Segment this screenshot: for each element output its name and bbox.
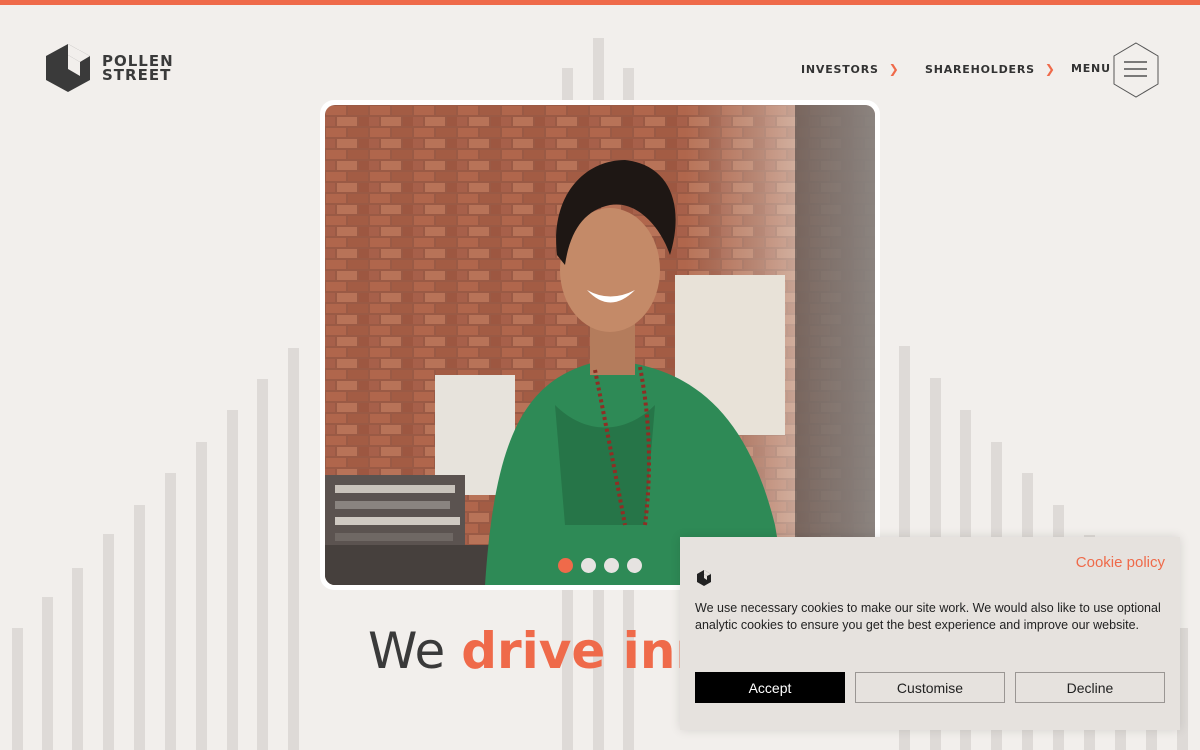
hero-photo bbox=[325, 105, 875, 585]
nav-investors-label: INVESTORS bbox=[801, 62, 879, 76]
logo-text-line2: STREET bbox=[102, 66, 172, 84]
hexagon-logo-icon bbox=[46, 44, 90, 92]
nav-shareholders-label: SHAREHOLDERS bbox=[925, 62, 1035, 76]
pollen-street-logo[interactable]: POLLEN STREET bbox=[42, 42, 174, 94]
cookie-banner: Cookie policy We use necessary cookies t… bbox=[680, 537, 1180, 730]
accept-cookies-button[interactable]: Accept bbox=[695, 672, 845, 703]
carousel-dot-2[interactable] bbox=[581, 558, 596, 573]
hexagon-logo-icon bbox=[697, 570, 711, 586]
headline-lead: We bbox=[368, 622, 446, 680]
customise-cookies-button[interactable]: Customise bbox=[855, 672, 1005, 703]
cookie-policy-link[interactable]: Cookie policy bbox=[1076, 554, 1165, 571]
nav-investors-link[interactable]: INVESTORS ❯ bbox=[801, 62, 900, 76]
woman-smiling-photo bbox=[325, 105, 875, 585]
menu-label[interactable]: MENU bbox=[1071, 62, 1111, 75]
hero-image-card bbox=[320, 100, 880, 590]
chevron-right-icon: ❯ bbox=[888, 62, 900, 76]
top-accent-bar bbox=[0, 0, 1200, 5]
carousel-dots bbox=[558, 558, 650, 573]
nav-shareholders-link[interactable]: SHAREHOLDERS ❯ bbox=[925, 62, 1056, 76]
menu-button[interactable] bbox=[1112, 42, 1160, 98]
carousel-dot-1[interactable] bbox=[558, 558, 573, 573]
carousel-dot-3[interactable] bbox=[604, 558, 619, 573]
decline-cookies-button[interactable]: Decline bbox=[1015, 672, 1165, 703]
chevron-right-icon: ❯ bbox=[1044, 62, 1056, 76]
carousel-dot-4[interactable] bbox=[627, 558, 642, 573]
hamburger-menu-icon bbox=[1113, 42, 1159, 98]
cookie-message: We use necessary cookies to make our sit… bbox=[695, 601, 1161, 632]
